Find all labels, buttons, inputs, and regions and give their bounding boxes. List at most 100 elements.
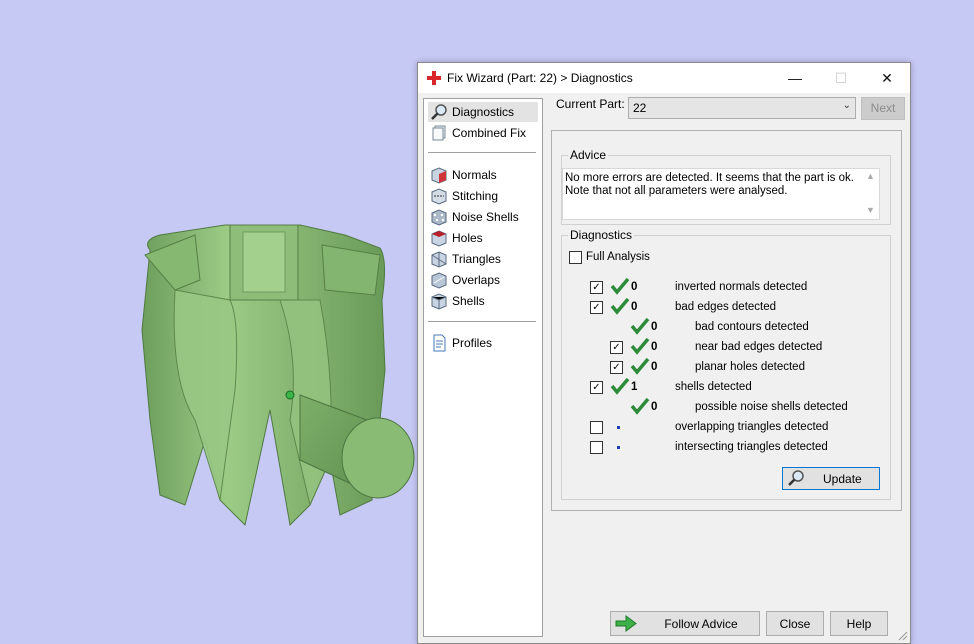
close-icon: ✕ [881, 70, 893, 86]
cube-dots-icon [431, 209, 447, 226]
dialog-title: Fix Wizard (Part: 22) > Diagnostics [447, 71, 633, 85]
noise-shells-label: possible noise shells detected [695, 401, 848, 413]
cube-shell-icon [431, 293, 447, 310]
nav-item-label: Stitching [452, 189, 499, 203]
nav-item-holes[interactable]: Holes [428, 228, 538, 248]
title-bar[interactable]: Fix Wizard (Part: 22) > Diagnostics — ☐ … [418, 63, 910, 93]
checkmark-icon [630, 357, 650, 375]
scroll-up-icon[interactable]: ▲ [866, 171, 875, 181]
planar-holes-checkbox[interactable]: ✓ [610, 361, 623, 374]
follow-advice-button[interactable]: Follow Advice [610, 611, 760, 636]
checkmark-icon [630, 337, 650, 355]
diagnostics-panel: Advice No more errors are detected. It s… [551, 130, 902, 511]
advice-line: No more errors are detected. It seems th… [565, 172, 854, 184]
update-button-label: Update [823, 472, 862, 486]
minimize-button[interactable]: — [772, 63, 818, 93]
diagnostics-group-title: Diagnostics [568, 228, 635, 242]
inverted-normals-label: inverted normals detected [675, 281, 808, 293]
cube-red-face-icon [431, 167, 447, 184]
bad-edges-label: bad edges detected [675, 301, 777, 313]
bad-contours-count: 0 [651, 321, 658, 333]
nav-item-triangles[interactable]: Triangles [428, 249, 538, 269]
advice-line: Note that not all parameters were analys… [565, 185, 788, 197]
cube-stitch-icon [431, 188, 447, 205]
cube-overlap-icon [431, 272, 447, 289]
shells-checkbox[interactable]: ✓ [590, 381, 603, 394]
nav-separator [428, 152, 536, 153]
nav-item-label: Overlaps [452, 273, 501, 287]
nav-item-normals[interactable]: Normals [428, 165, 538, 185]
maximize-icon: ☐ [834, 70, 848, 86]
close-button-label: Close [779, 617, 811, 631]
red-cross-icon [427, 71, 441, 85]
inverted-normals-count: 0 [631, 281, 638, 293]
near-bad-edges-label: near bad edges detected [695, 341, 823, 353]
nav-separator [428, 321, 536, 322]
close-button[interactable]: Close [766, 611, 824, 636]
advice-text: No more errors are detected. It seems th… [565, 172, 855, 198]
nav-item-overlaps[interactable]: Overlaps [428, 270, 538, 290]
nav-item-noise-shells[interactable]: Noise Shells [428, 207, 538, 227]
cube-hole-icon [431, 230, 447, 247]
document-icon [433, 334, 446, 352]
nav-item-stitching[interactable]: Stitching [428, 186, 538, 206]
nav-item-label: Shells [452, 294, 485, 308]
planar-holes-label: planar holes detected [695, 361, 805, 373]
next-button[interactable]: Next [861, 97, 905, 120]
nav-item-diagnostics[interactable]: Diagnostics [428, 102, 538, 122]
next-button-label: Next [870, 101, 896, 115]
nav-item-label: Triangles [452, 252, 501, 266]
checkmark-icon [610, 297, 630, 315]
full-analysis-checkbox[interactable] [569, 251, 582, 264]
nav-item-label: Profiles [452, 336, 493, 350]
bad-contours-label: bad contours detected [695, 321, 809, 333]
follow-advice-label: Follow Advice [664, 617, 738, 631]
wizard-nav-panel: Diagnostics Combined Fix Normals Stitchi… [423, 98, 543, 637]
magnifier-icon [431, 104, 447, 120]
shells-label: shells detected [675, 381, 752, 393]
bad-edges-checkbox[interactable]: ✓ [590, 301, 603, 314]
nav-item-profiles[interactable]: Profiles [428, 333, 538, 353]
nav-item-label: Holes [452, 231, 483, 245]
checkmark-icon [630, 317, 650, 335]
advice-scrollbar[interactable]: ▲ ▼ [863, 169, 879, 219]
full-analysis-label: Full Analysis [586, 251, 650, 263]
near-bad-edges-checkbox[interactable]: ✓ [610, 341, 623, 354]
overlapping-triangles-label: overlapping triangles detected [675, 421, 829, 433]
nav-item-label: Combined Fix [452, 126, 527, 140]
close-window-button[interactable]: ✕ [864, 63, 910, 93]
fix-wizard-dialog: Fix Wizard (Part: 22) > Diagnostics — ☐ … [417, 62, 911, 644]
cube-triangle-icon [431, 251, 447, 268]
pending-dot-icon [617, 446, 620, 449]
help-button[interactable]: Help [830, 611, 888, 636]
current-part-label: Current Part: [556, 97, 625, 111]
layers-icon [432, 125, 446, 141]
advice-textbox[interactable]: No more errors are detected. It seems th… [562, 168, 880, 220]
advice-group-title: Advice [568, 148, 609, 162]
intersecting-triangles-checkbox[interactable] [590, 441, 603, 454]
bad-edges-count: 0 [631, 301, 638, 313]
scroll-down-icon[interactable]: ▼ [866, 205, 875, 215]
minimize-icon: — [788, 70, 802, 86]
maximize-button[interactable]: ☐ [818, 63, 864, 93]
overlapping-triangles-checkbox[interactable] [590, 421, 603, 434]
nav-item-shells[interactable]: Shells [428, 291, 538, 311]
resize-grip-icon[interactable] [898, 631, 908, 641]
checkmark-icon [610, 377, 630, 395]
current-part-dropdown[interactable]: 22 ⌄ [628, 97, 856, 119]
shells-count: 1 [631, 381, 638, 393]
pending-dot-icon [617, 426, 620, 429]
nav-item-label: Diagnostics [452, 105, 515, 119]
nav-item-label: Normals [452, 168, 497, 182]
update-button[interactable]: Update [782, 467, 880, 490]
near-bad-edges-count: 0 [651, 341, 658, 353]
planar-holes-count: 0 [651, 361, 658, 373]
inverted-normals-checkbox[interactable]: ✓ [590, 281, 603, 294]
checkmark-icon [630, 397, 650, 415]
help-button-label: Help [846, 617, 872, 631]
intersecting-triangles-label: intersecting triangles detected [675, 441, 828, 453]
nav-item-label: Noise Shells [452, 210, 519, 224]
chevron-down-icon: ⌄ [842, 100, 851, 111]
magnifier-icon [788, 470, 804, 486]
nav-item-combined-fix[interactable]: Combined Fix [428, 123, 538, 143]
